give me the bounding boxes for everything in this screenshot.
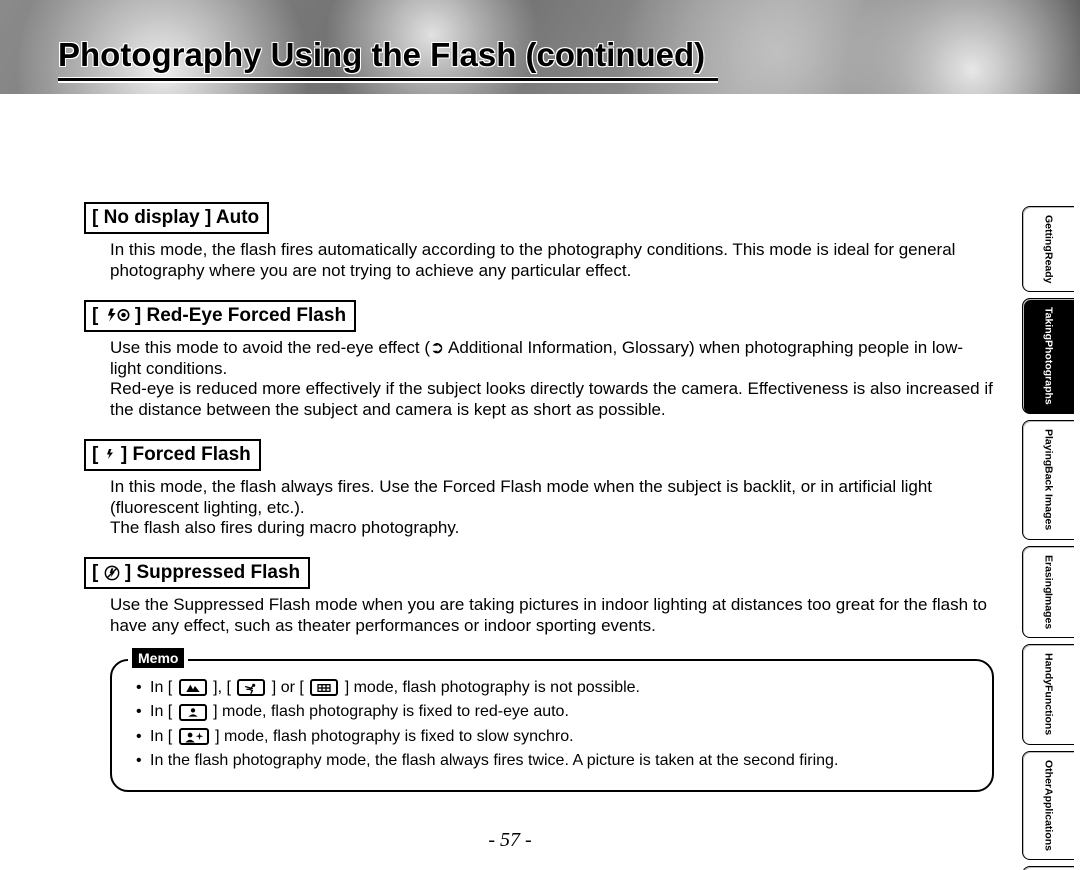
memo-text: In [ [150, 703, 177, 720]
head-prefix: [ [92, 305, 104, 326]
memo-item: In [ ] mode, flash photography is fixed … [136, 727, 974, 747]
memo-box: Memo In [ ], [ ] or [ ] mode, flash phot… [110, 659, 994, 792]
memo-label: Memo [132, 648, 184, 668]
night-portrait-icon [179, 728, 209, 745]
title-underline [58, 78, 718, 81]
memo-text: In [ [150, 679, 177, 696]
flash-eye-icon [104, 307, 130, 323]
portrait-icon [179, 704, 207, 721]
memo-item: In the flash photography mode, the flash… [136, 751, 974, 771]
multi-icon [310, 679, 338, 696]
page-body: [ No display ] Auto In this mode, the fl… [0, 94, 1080, 870]
section-auto: [ No display ] Auto In this mode, the fl… [84, 202, 994, 282]
head-suffix: ] Suppressed Flash [120, 562, 301, 583]
memo-text: ] mode, flash photography is fixed to re… [209, 703, 569, 720]
tab-handy-functions[interactable]: HandyFunctions [1022, 644, 1074, 744]
tab-taking-photographs[interactable]: TakingPhotographs [1022, 298, 1074, 414]
head-prefix: [ [92, 444, 104, 465]
head-suffix: ] Forced Flash [116, 444, 251, 465]
side-tabs: GettingReady TakingPhotographs PlayingBa… [1022, 206, 1074, 870]
memo-item: In [ ], [ ] or [ ] mode, flash photograp… [136, 678, 974, 698]
memo-text: ] mode, flash photography is not possibl… [340, 679, 640, 696]
section-body-auto: In this mode, the flash fires automatica… [110, 240, 994, 281]
section-body-forced: In this mode, the flash always fires. Us… [110, 477, 994, 539]
memo-text: In the flash photography mode, the flash… [150, 752, 838, 769]
noflash-icon [104, 565, 120, 581]
section-body-redeye: Use this mode to avoid the red-eye effec… [110, 338, 994, 421]
memo-text: ], [ [209, 679, 236, 696]
memo-text: ] or [ [267, 679, 308, 696]
page-title: Photography Using the Flash (continued) [58, 36, 718, 74]
sport-icon [237, 679, 265, 696]
section-head-redeye: [ ] Red-Eye Forced Flash [84, 300, 356, 332]
head-prefix: [ [92, 562, 104, 583]
page-title-wrap: Photography Using the Flash (continued) [58, 36, 718, 81]
section-body-suppressed: Use the Suppressed Flash mode when you a… [110, 595, 994, 636]
section-forced: [ ] Forced Flash In this mode, the flash… [84, 439, 994, 539]
memo-list: In [ ], [ ] or [ ] mode, flash photograp… [136, 678, 974, 771]
head-suffix: ] Red-Eye Forced Flash [130, 305, 346, 326]
tab-playing-back-images[interactable]: PlayingBack Images [1022, 420, 1074, 540]
tab-getting-ready[interactable]: GettingReady [1022, 206, 1074, 292]
section-head-auto: [ No display ] Auto [84, 202, 269, 234]
tab-additional-information[interactable]: AdditionalInformation [1022, 866, 1074, 870]
memo-text: ] mode, flash photography is fixed to sl… [211, 728, 574, 745]
tab-erasing-images[interactable]: ErasingImages [1022, 546, 1074, 639]
section-head-suppressed: [ ] Suppressed Flash [84, 557, 310, 589]
flash-icon [104, 446, 116, 462]
section-redeye: [ ] Red-Eye Forced Flash Use this mode t… [84, 300, 994, 421]
page-number: - 57 - [0, 829, 1020, 852]
section-suppressed: [ ] Suppressed Flash Use the Suppressed … [84, 557, 994, 637]
memo-text: In [ [150, 728, 177, 745]
mountain-icon [179, 679, 207, 696]
content-area: [ No display ] Auto In this mode, the fl… [84, 202, 994, 792]
memo-label-wrap: Memo [128, 649, 188, 669]
section-head-forced: [ ] Forced Flash [84, 439, 261, 471]
memo-item: In [ ] mode, flash photography is fixed … [136, 702, 974, 722]
tab-other-applications[interactable]: OtherApplications [1022, 751, 1074, 860]
